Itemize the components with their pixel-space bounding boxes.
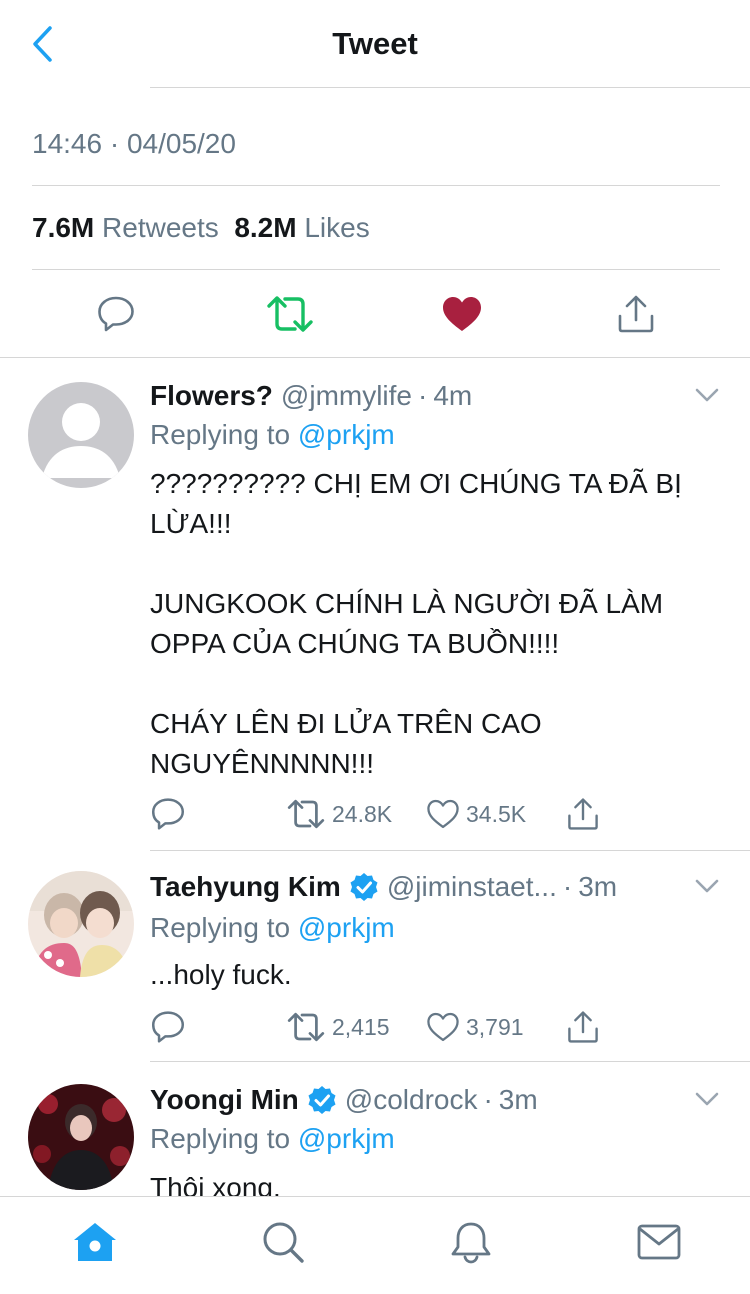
envelope-icon	[637, 1224, 681, 1260]
mention-link[interactable]: @prkjm	[298, 419, 395, 450]
retweet-icon	[287, 1012, 325, 1042]
home-icon	[74, 1223, 116, 1261]
user-photo-icon	[28, 1084, 134, 1190]
share-button[interactable]	[566, 1007, 600, 1047]
reply-button[interactable]	[150, 1007, 186, 1047]
retweet-icon	[287, 799, 325, 829]
tab-messages[interactable]	[634, 1219, 684, 1265]
bell-icon	[451, 1222, 491, 1264]
verified-badge-icon	[350, 873, 378, 901]
tab-home[interactable]	[70, 1219, 120, 1265]
reply-actions: 24.8K 34.5K	[150, 794, 750, 834]
header: Tweet	[0, 0, 750, 88]
user-handle[interactable]: @jiminstaet...	[387, 871, 557, 903]
share-icon	[568, 1011, 598, 1043]
verified-badge-icon	[308, 1086, 336, 1114]
tab-notifications[interactable]	[446, 1219, 496, 1265]
mention-link[interactable]: @prkjm	[298, 912, 395, 943]
speech-bubble-icon	[151, 798, 185, 830]
tweet-timestamp: 14:46 · 04/05/20	[32, 128, 236, 159]
like-count: 34.5K	[466, 800, 527, 827]
speech-bubble-icon	[98, 296, 134, 332]
reply-item[interactable]: Taehyung Kim @jiminstaet... · 3m Replyin…	[0, 851, 750, 1061]
like-count: 3,791	[466, 1013, 524, 1040]
retweets-count[interactable]: 7.6M	[32, 212, 94, 243]
likes-label[interactable]: Likes	[304, 212, 369, 243]
avatar[interactable]	[28, 1084, 134, 1190]
chevron-down-icon	[695, 388, 719, 402]
replying-prefix: Replying to	[150, 419, 291, 450]
heart-outline-icon	[427, 1012, 459, 1042]
replying-prefix: Replying to	[150, 1123, 291, 1154]
share-icon	[568, 798, 598, 830]
more-options-button[interactable]	[692, 380, 722, 410]
reply-header: Yoongi Min @coldrock · 3m	[150, 1084, 680, 1116]
user-handle[interactable]: @jmmylife	[281, 380, 412, 412]
reply-actions: 2,415 3,791	[150, 1007, 750, 1047]
user-name[interactable]: Taehyung Kim	[150, 871, 341, 903]
divider	[32, 185, 720, 186]
reply-time: 4m	[433, 380, 473, 411]
reply-button[interactable]	[90, 288, 142, 340]
retweets-label[interactable]: Retweets	[102, 212, 219, 243]
tweet-stats: 7.6M Retweets 8.2M Likes	[32, 212, 370, 244]
retweet-button[interactable]: 24.8K	[286, 794, 392, 834]
heart-outline-icon	[427, 799, 459, 829]
separator-dot: ·	[483, 1084, 493, 1115]
bottom-tab-bar	[0, 1196, 750, 1294]
tweet-actions	[0, 288, 750, 340]
reply-time: 3m	[498, 1084, 538, 1115]
reply-header: Flowers? @jmmylife · 4m	[150, 380, 680, 412]
share-icon	[618, 295, 654, 333]
replying-to: Replying to @prkjm	[150, 419, 395, 451]
reply-button[interactable]	[150, 794, 186, 834]
speech-bubble-icon	[151, 1011, 185, 1043]
likes-count[interactable]: 8.2M	[234, 212, 296, 243]
reply-header: Taehyung Kim @jiminstaet... · 3m	[150, 871, 680, 903]
reply-item[interactable]: Yoongi Min @coldrock · 3m Replying to @p…	[0, 1062, 750, 1196]
more-options-button[interactable]	[692, 1084, 722, 1114]
separator-dot: ·	[562, 871, 573, 902]
tab-search[interactable]	[258, 1219, 308, 1265]
avatar[interactable]	[28, 382, 134, 488]
more-options-button[interactable]	[692, 871, 722, 901]
heart-icon	[443, 297, 481, 331]
search-icon	[263, 1222, 304, 1263]
replying-to: Replying to @prkjm	[150, 1123, 395, 1155]
page-title: Tweet	[332, 26, 418, 61]
reply-text: ?????????? CHỊ EM ƠI CHÚNG TA ĐÃ BỊ LỪA!…	[150, 468, 682, 779]
chevron-down-icon	[695, 879, 719, 893]
user-name[interactable]: Yoongi Min	[150, 1084, 299, 1116]
default-avatar-icon	[42, 403, 120, 478]
replying-to: Replying to @prkjm	[150, 912, 395, 944]
user-name[interactable]: Flowers?	[150, 380, 273, 412]
retweet-button[interactable]	[264, 288, 316, 340]
reply-text: Thôi xong.	[150, 1172, 281, 1196]
avatar[interactable]	[28, 871, 134, 977]
divider	[32, 269, 720, 270]
reply-text: ...holy fuck.	[150, 959, 292, 990]
user-photo-icon	[28, 871, 134, 977]
retweet-count: 2,415	[332, 1013, 390, 1040]
retweet-icon	[267, 296, 313, 332]
retweet-button[interactable]: 2,415	[286, 1007, 390, 1047]
reply-time: 3m	[578, 871, 618, 902]
like-button[interactable]	[436, 288, 488, 340]
like-button[interactable]: 3,791	[426, 1007, 524, 1047]
retweet-count: 24.8K	[332, 800, 393, 827]
share-button[interactable]	[566, 794, 600, 834]
replying-prefix: Replying to	[150, 912, 291, 943]
reply-item[interactable]: Flowers? @jmmylife · 4m Replying to @prk…	[0, 358, 750, 850]
share-button[interactable]	[610, 288, 662, 340]
chevron-down-icon	[695, 1092, 719, 1106]
like-button[interactable]: 34.5K	[426, 794, 526, 834]
separator-dot: ·	[418, 380, 428, 411]
user-handle[interactable]: @coldrock	[345, 1084, 478, 1116]
divider	[150, 87, 750, 88]
mention-link[interactable]: @prkjm	[298, 1123, 395, 1154]
